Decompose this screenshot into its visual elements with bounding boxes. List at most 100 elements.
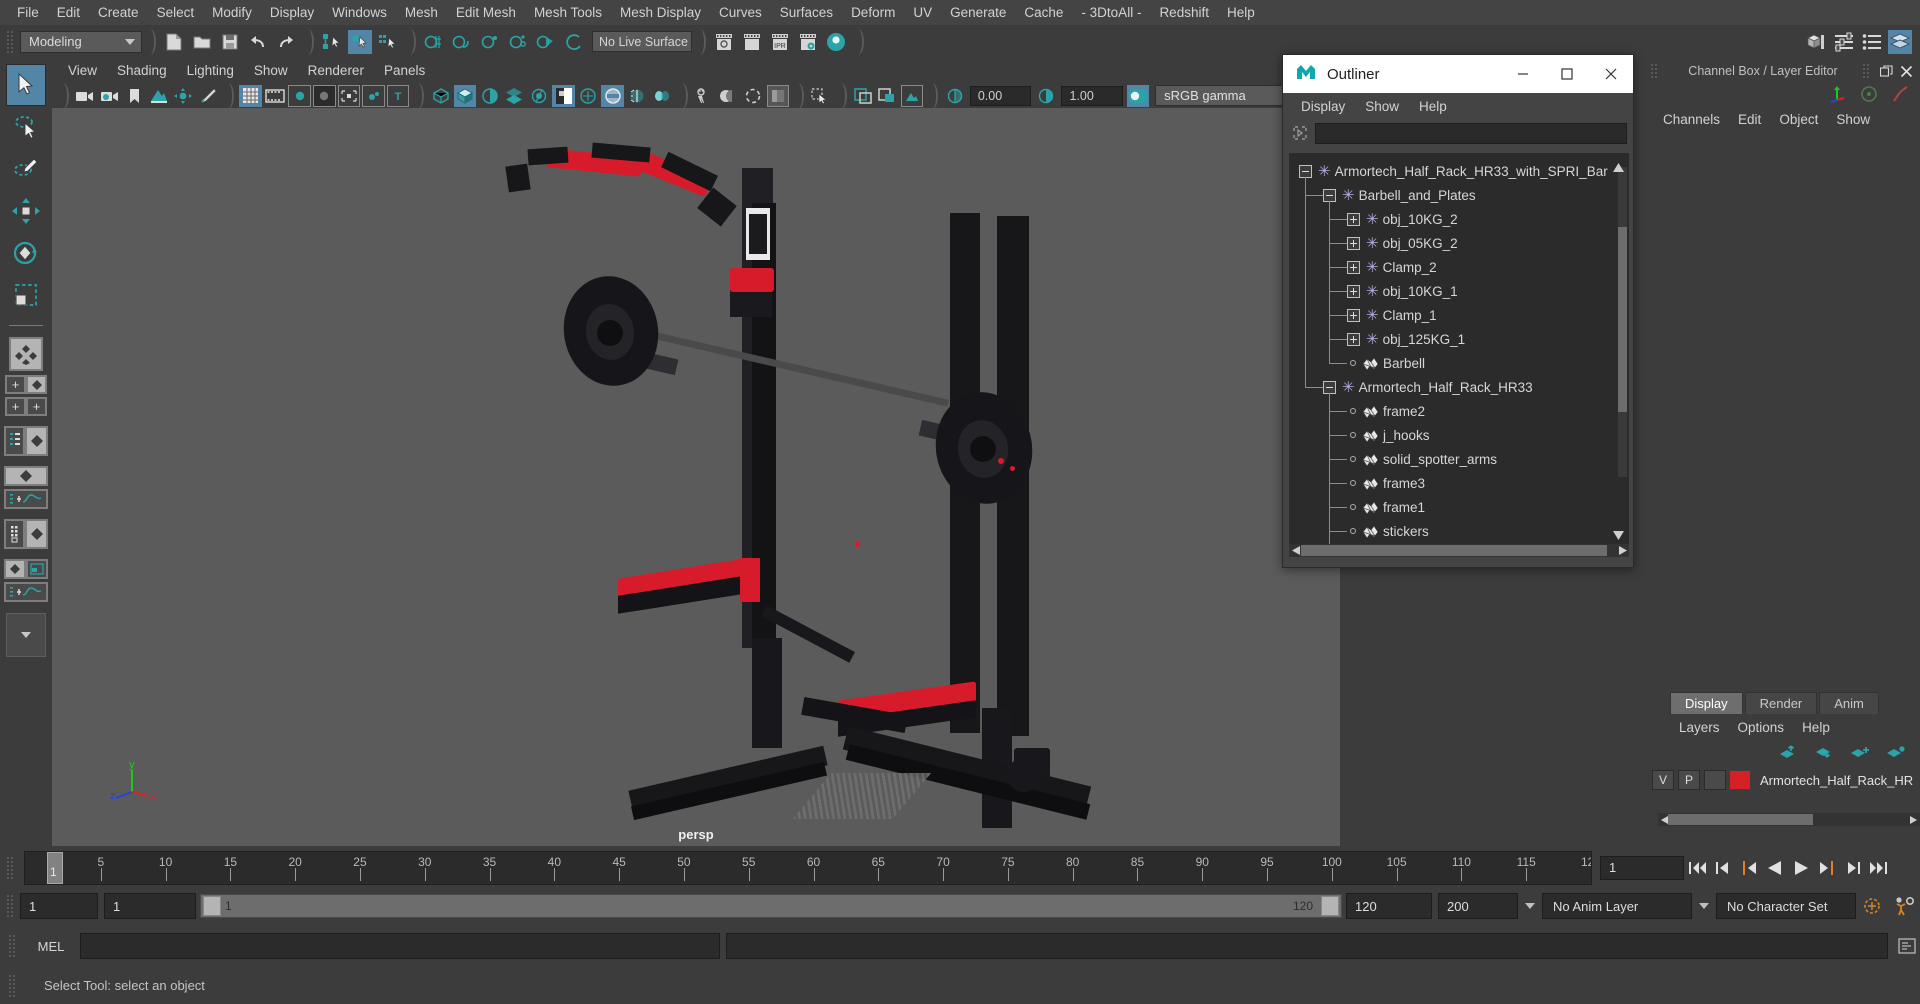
layer-state-toggle[interactable] [1704,770,1726,790]
gamma-icon[interactable] [1035,85,1058,107]
shadows-icon[interactable] [552,84,575,107]
range-bar[interactable]: 1 120 [200,894,1342,918]
film-gate-icon[interactable] [264,85,287,107]
viewport-canvas[interactable]: y x z persp [52,108,1340,846]
scale-tool[interactable] [6,274,46,316]
motion-blur-icon[interactable] [601,84,624,107]
outliner-item[interactable]: ✳ Armortech_Half_Rack_HR33_with_SPRI_Bar [1289,159,1615,183]
safe-title-icon[interactable]: T [386,84,410,107]
panel-grip-handle[interactable] [1650,63,1659,79]
panel-grip-handle[interactable] [1862,63,1871,79]
anim-start-field[interactable]: 1 [20,893,98,919]
outliner-item[interactable]: ✳ Clamp_2 [1289,255,1615,279]
scroll-left-arrow[interactable] [1290,545,1301,556]
move-tool[interactable] [6,190,46,232]
gamma-value-field[interactable]: 1.00 [1061,85,1123,106]
undo-icon[interactable] [246,30,270,54]
new-scene-icon[interactable] [162,30,186,54]
snap-to-grid-icon[interactable] [422,30,446,54]
outliner-item[interactable]: ✳ obj_10KG_1 [1289,279,1615,303]
menu-uv[interactable]: UV [904,1,941,25]
render-settings-icon[interactable] [796,30,820,54]
layer-menu-layers[interactable]: Layers [1670,718,1729,737]
tab-display[interactable]: Display [1670,692,1743,714]
menu-display[interactable]: Display [261,1,323,25]
layer-row[interactable]: V P Armortech_Half_Rack_HR [1652,768,1914,792]
textured-icon[interactable] [503,85,526,107]
grid-toggle-icon[interactable] [239,84,262,107]
new-layer-from-selected-icon[interactable] [1886,744,1906,763]
wireframe-icon[interactable] [429,85,452,107]
select-region-icon[interactable] [809,85,832,107]
menu-curves[interactable]: Curves [710,1,771,25]
menu-cache[interactable]: Cache [1015,1,1072,25]
outliner-window[interactable]: Outliner Display Show Help ✳ Armortech_H… [1282,54,1634,568]
deform-icon[interactable] [1892,85,1910,106]
select-by-object-icon[interactable] [348,29,372,54]
play-backwards-icon[interactable] [1763,855,1787,881]
anim-layer-dropdown-icon[interactable] [1692,893,1716,919]
outliner-item[interactable]: j_hooks [1289,423,1615,447]
range-slider-grip[interactable] [6,894,15,918]
go-to-end-icon[interactable] [1867,855,1891,881]
field-chart-icon[interactable] [337,84,361,107]
half-rack-3d-model[interactable] [52,108,1340,846]
menu-redshift[interactable]: Redshift [1150,1,1218,25]
viewport-menu-shading[interactable]: Shading [107,61,177,80]
layout-single-perspective-view[interactable] [6,333,46,375]
channel-box-icon[interactable] [1888,29,1912,54]
collapse-toggle-icon[interactable] [1323,188,1336,202]
outliner-item[interactable]: ✳ obj_05KG_2 [1289,231,1615,255]
outliner-horizontal-scrollbar[interactable] [1289,544,1629,557]
menu-create[interactable]: Create [89,1,148,25]
bookmark-icon[interactable] [123,85,146,107]
expand-toggle-icon[interactable] [1347,212,1360,226]
scroll-right-arrow[interactable] [1617,545,1628,556]
menu-3dtoall[interactable]: - 3DtoAll - [1072,1,1150,25]
time-slider-grip[interactable] [6,855,15,880]
expand-toggle-icon[interactable] [1347,284,1360,298]
menu-surfaces[interactable]: Surfaces [771,1,842,25]
rotate-tool[interactable] [6,232,46,274]
gate-mask-icon[interactable] [312,84,336,107]
menu-set-selector[interactable]: Modeling [20,30,142,53]
outliner-scroll-up-arrow[interactable] [1612,161,1625,174]
layout-two-panes-stacked[interactable]: + + [4,397,48,416]
expand-toggle-icon[interactable] [1347,332,1360,346]
exposure-value-field[interactable]: 0.00 [969,85,1031,106]
select-camera-icon[interactable] [74,85,97,107]
render-sequence-icon[interactable] [740,30,764,54]
anim-end-field[interactable]: 200 [1438,893,1518,919]
layer-list[interactable]: V P Armortech_Half_Rack_HR [1652,768,1920,830]
auto-keyframe-icon[interactable] [1856,896,1888,916]
snap-to-point-icon[interactable] [478,30,502,54]
image-plane-icon[interactable] [148,85,171,107]
tab-anim[interactable]: Anim [1819,692,1879,714]
xray-icon[interactable] [718,85,741,107]
hypershade-icon[interactable] [824,30,848,54]
command-output[interactable] [726,933,1888,959]
menu-modify[interactable]: Modify [203,1,261,25]
outliner-search-input[interactable] [1315,122,1627,144]
menu-windows[interactable]: Windows [323,1,396,25]
multisample-anti-aliasing-icon[interactable] [626,85,649,107]
snap-to-curve-icon[interactable] [450,30,474,54]
lasso-select-tool[interactable] [6,106,46,148]
layer-list-horizontal-scrollbar[interactable] [1658,813,1920,826]
move-layer-down-icon[interactable] [1814,744,1834,763]
menu-edit[interactable]: Edit [48,1,89,25]
layout-outliner-persp-view[interactable] [4,426,48,456]
menu-edit-mesh[interactable]: Edit Mesh [447,1,525,25]
outliner-item[interactable]: frame2 [1289,399,1615,423]
resolution-gate-icon[interactable] [288,84,311,107]
range-end-handle[interactable] [1321,896,1339,916]
maximize-button[interactable] [1545,55,1589,93]
channelbox-menu-edit[interactable]: Edit [1729,110,1770,129]
toolbar-grip-handle[interactable] [6,29,15,54]
character-set-field[interactable]: No Character Set [1716,893,1856,919]
move-axis-icon[interactable] [1828,85,1846,106]
viewport-menu-view[interactable]: View [58,61,107,80]
viewport-menu-lighting[interactable]: Lighting [177,61,244,80]
color-management-toggle-icon[interactable] [1126,84,1150,107]
layout-hypershade-persp[interactable] [4,519,48,549]
